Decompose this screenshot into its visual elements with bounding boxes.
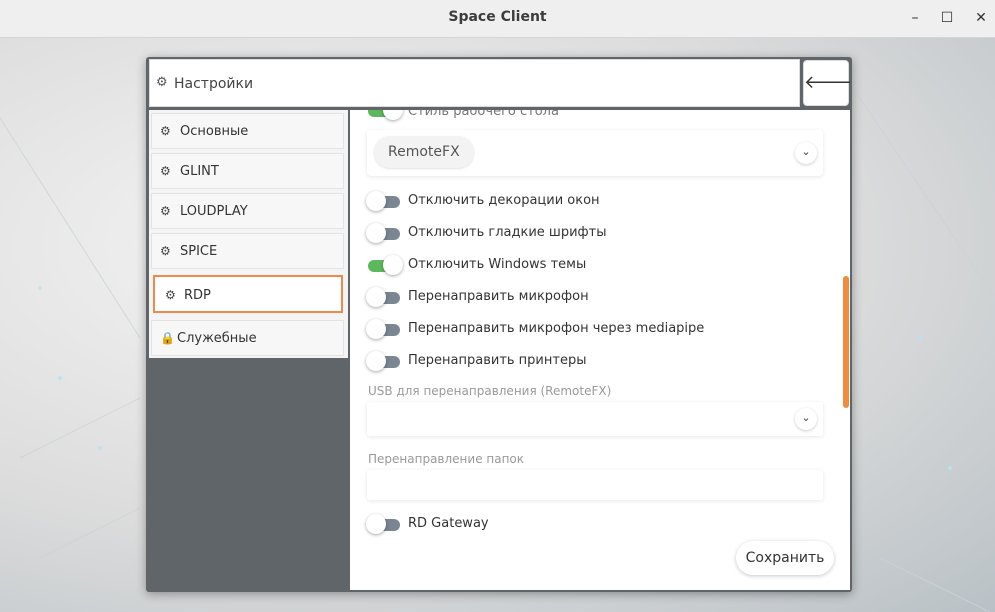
folder-redirect-input[interactable] (367, 470, 823, 500)
rdp-settings-panel: Стиль рабочего стола RemoteFX ⌄ Отключит… (350, 110, 850, 590)
maximize-button[interactable]: ☐ (935, 7, 959, 29)
sidebar-item-label: RDP (184, 288, 211, 303)
toggle-knob (366, 319, 386, 339)
chevron-down-icon[interactable]: ⌄ (795, 408, 817, 430)
sidebar-item-label: SPICE (180, 244, 218, 259)
toggle-knob (383, 110, 403, 120)
toggle-label: Отключить Windows темы (408, 257, 587, 272)
maximize-icon: ☐ (940, 10, 954, 26)
sidebar-item-label: GLINT (180, 164, 219, 179)
usb-redirect-label: USB для перенаправления (RemoteFX) (368, 384, 612, 398)
arrow-left-icon: 🡐 (804, 72, 853, 93)
toggle-knob (366, 351, 386, 371)
settings-header: ⚙ Настройки (149, 59, 800, 107)
window-title: Space Client (448, 9, 547, 25)
save-button[interactable]: Сохранить (736, 541, 834, 575)
toggle-knob (366, 514, 386, 534)
gear-icon: ⚙ (160, 204, 171, 218)
lock-icon: 🔒 (160, 331, 175, 345)
sidebar-item-label: LOUDPLAY (180, 204, 248, 219)
sidebar-item-label: Служебные (177, 331, 257, 346)
minimize-icon: – (911, 10, 919, 26)
close-icon: ✕ (975, 10, 987, 26)
toggle-knob (383, 255, 403, 275)
minimize-button[interactable]: – (903, 7, 927, 29)
toggle-label: Отключить гладкие шрифты (408, 225, 607, 240)
back-button[interactable]: 🡐 (803, 60, 853, 106)
chevron-down-icon[interactable]: ⌄ (795, 142, 817, 164)
scrollbar-thumb[interactable] (843, 276, 849, 408)
toggle-knob (366, 191, 386, 211)
gear-icon: ⚙ (156, 75, 168, 90)
gear-icon: ⚙ (160, 124, 171, 138)
sidebar-item-glint[interactable]: ⚙ GLINT (151, 153, 344, 189)
settings-sidebar: ⚙ Основные ⚙ GLINT ⚙ LOUDPLAY ⚙ SPICE ⚙ … (149, 110, 348, 358)
toggle-label: Стиль рабочего стола (408, 110, 559, 119)
toggle-knob (366, 223, 386, 243)
toggle-label: Перенаправить микрофон через mediapipe (408, 321, 705, 336)
sidebar-item-spice[interactable]: ⚙ SPICE (151, 233, 344, 269)
close-button[interactable]: ✕ (969, 7, 993, 29)
window-titlebar: Space Client – ☐ ✕ (0, 0, 995, 38)
codec-select[interactable]: RemoteFX ⌄ (367, 130, 823, 176)
toggle-label: Перенаправить микрофон (408, 289, 589, 304)
sidebar-item-loudplay[interactable]: ⚙ LOUDPLAY (151, 193, 344, 229)
toggle-label: RD Gateway (408, 516, 489, 531)
toggle-knob (366, 287, 386, 307)
toggle-label: Отключить декорации окон (408, 193, 600, 208)
gear-icon: ⚙ (165, 288, 176, 302)
sidebar-item-label: Основные (180, 124, 249, 139)
toggle-label: Перенаправить принтеры (408, 353, 587, 368)
folder-redirect-label: Перенаправление папок (368, 452, 525, 466)
usb-redirect-select[interactable]: ⌄ (367, 402, 823, 436)
sidebar-item-main[interactable]: ⚙ Основные (151, 113, 344, 149)
selected-codec-chip[interactable]: RemoteFX (374, 136, 474, 168)
gear-icon: ⚙ (160, 164, 171, 178)
sidebar-item-service[interactable]: 🔒 Служебные (151, 320, 344, 356)
sidebar-item-rdp[interactable]: ⚙ RDP (153, 275, 343, 313)
gear-icon: ⚙ (160, 244, 171, 258)
page-title: Настройки (174, 76, 254, 92)
